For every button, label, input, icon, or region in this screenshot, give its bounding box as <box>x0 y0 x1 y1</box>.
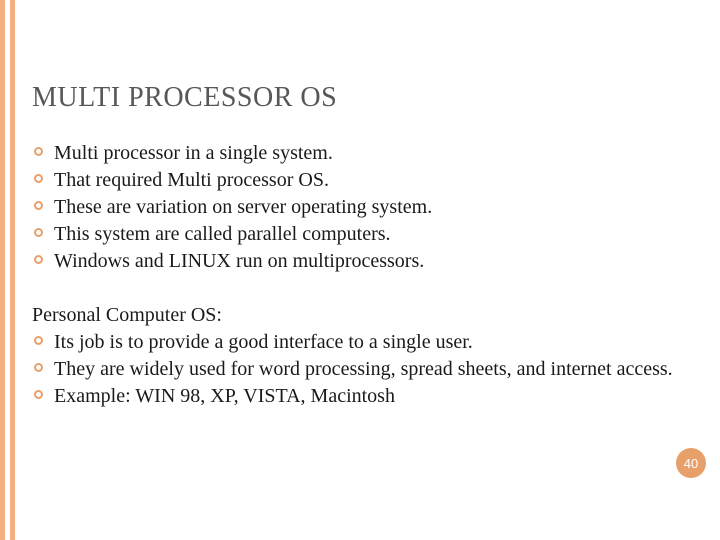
list-item: Example: WIN 98, XP, VISTA, Macintosh <box>32 383 700 409</box>
section-header: Personal Computer OS: <box>32 302 700 328</box>
decorative-stripe-right <box>10 0 15 540</box>
bullet-list-1: Multi processor in a single system. That… <box>32 140 700 274</box>
list-item: This system are called parallel computer… <box>32 221 700 247</box>
bullet-list-2: Its job is to provide a good interface t… <box>32 329 700 409</box>
list-item: Multi processor in a single system. <box>32 140 700 166</box>
list-item: That required Multi processor OS. <box>32 167 700 193</box>
page-number-badge: 40 <box>676 448 706 478</box>
decorative-stripe-left <box>0 0 5 540</box>
list-item: Windows and LINUX run on multiprocessors… <box>32 248 700 274</box>
list-item: These are variation on server operating … <box>32 194 700 220</box>
slide-title: MULTI PROCESSOR OS <box>32 82 700 114</box>
list-item: Its job is to provide a good interface t… <box>32 329 700 355</box>
list-item: They are widely used for word processing… <box>32 356 700 382</box>
slide-content: MULTI PROCESSOR OS Multi processor in a … <box>32 82 700 437</box>
